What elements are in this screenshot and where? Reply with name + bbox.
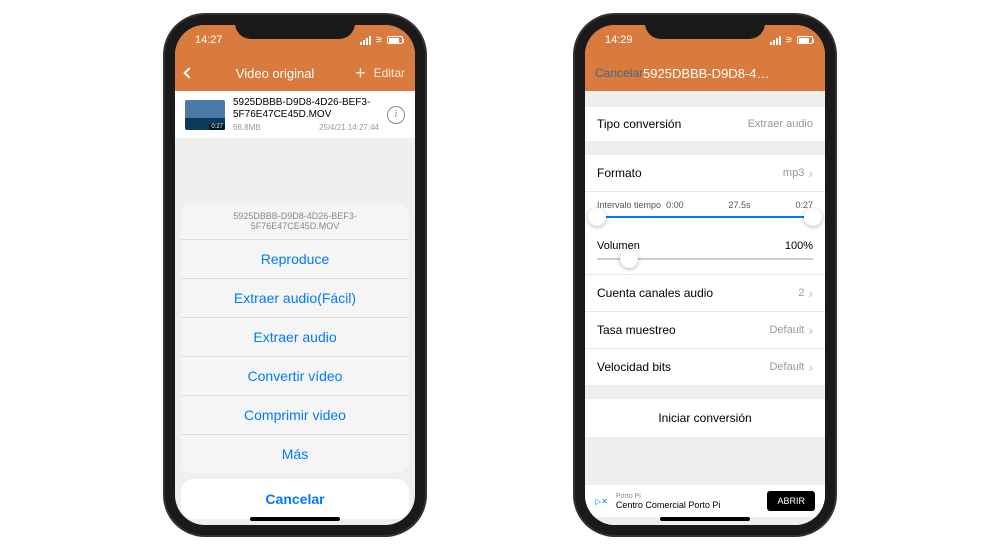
action-sheet: 5925DBBB-D9D8-4D26-BEF3-5F76E47CE45D.MOV… <box>175 197 415 525</box>
nav-title: Video original <box>195 66 355 81</box>
battery-icon <box>797 36 813 44</box>
sheet-convert[interactable]: Convertir vídeo <box>181 357 409 396</box>
row-canales[interactable]: Cuenta canales audio 2 › <box>585 275 825 312</box>
row-tasa[interactable]: Tasa muestreo Default › <box>585 312 825 349</box>
signal-icon <box>360 36 371 45</box>
chevron-icon: › <box>808 285 813 301</box>
row-volumen: Volumen 100% <box>585 232 825 275</box>
status-time: 14:27 <box>187 34 223 46</box>
home-indicator[interactable] <box>250 517 340 521</box>
screen: 14:29 ⚞ Cancelar 5925DBBB-D9D8-4D26-BEF3… <box>585 25 825 525</box>
info-icon[interactable]: i <box>387 106 405 124</box>
label-bits: Velocidad bits <box>597 360 671 374</box>
phone-2: 14:29 ⚞ Cancelar 5925DBBB-D9D8-4D26-BEF3… <box>575 15 835 535</box>
file-row[interactable]: 0:27 5925DBBB-D9D8-4D26-BEF3-5F76E47CE45… <box>175 91 415 138</box>
row-tipo: Tipo conversión Extraer audio <box>585 107 825 141</box>
sheet-more[interactable]: Más <box>181 435 409 473</box>
file-size: 68.8MB <box>233 123 261 132</box>
ad-close-icon[interactable]: ▷✕ <box>595 497 608 506</box>
notch <box>645 15 765 39</box>
row-formato[interactable]: Formato mp3 › <box>585 155 825 192</box>
label-tasa: Tasa muestreo <box>597 323 676 337</box>
home-indicator[interactable] <box>660 517 750 521</box>
chevron-icon: › <box>808 322 813 338</box>
value-formato: mp3 <box>783 167 804 179</box>
wifi-icon: ⚞ <box>375 35 383 46</box>
slider-thumb-start[interactable] <box>588 208 606 226</box>
start-conversion-button[interactable]: Iniciar conversión <box>585 399 825 437</box>
back-icon[interactable] <box>183 67 194 78</box>
file-name: 5925DBBB-D9D8-4D26-BEF3-5F76E47CE45D.MOV <box>233 97 379 121</box>
status-icons: ⚞ <box>360 35 403 46</box>
intervalo-start: 0:00 <box>666 200 684 210</box>
volume-slider[interactable] <box>597 258 813 260</box>
value-bits: Default <box>769 361 804 373</box>
file-date: 25/4/21 14:27:44 <box>319 123 379 132</box>
sheet-reproduce[interactable]: Reproduce <box>181 240 409 279</box>
wifi-icon: ⚞ <box>785 35 793 46</box>
label-tipo: Tipo conversión <box>597 117 681 131</box>
volume-thumb[interactable] <box>620 250 638 268</box>
row-intervalo: Intervalo tiempo 0:00 27.5s 0:27 <box>585 192 825 232</box>
ad-title: Centro Comercial Porto Pi <box>616 500 760 510</box>
status-icons: ⚞ <box>770 35 813 46</box>
status-time: 14:29 <box>597 34 633 46</box>
sheet-extract-easy[interactable]: Extraer audio(Fácil) <box>181 279 409 318</box>
chevron-icon: › <box>808 165 813 181</box>
ad-subtitle: Porto Pi <box>616 493 760 500</box>
intervalo-mid: 27.5s <box>729 200 751 210</box>
settings-content: Tipo conversión Extraer audio Formato mp… <box>585 91 825 525</box>
notch <box>235 15 355 39</box>
cancel-button[interactable]: Cancelar <box>595 66 643 80</box>
sheet-body: 5925DBBB-D9D8-4D26-BEF3-5F76E47CE45D.MOV… <box>181 203 409 473</box>
signal-icon <box>770 36 781 45</box>
label-formato: Formato <box>597 166 642 180</box>
phone-1: 14:27 ⚞ Video original + Editar 0:27 592… <box>165 15 425 535</box>
slider-thumb-end[interactable] <box>804 208 822 226</box>
range-slider[interactable] <box>597 216 813 218</box>
video-thumbnail: 0:27 <box>185 100 225 130</box>
value-volumen: 100% <box>785 240 813 252</box>
add-button[interactable]: + <box>355 63 366 84</box>
file-info: 5925DBBB-D9D8-4D26-BEF3-5F76E47CE45D.MOV… <box>233 97 379 132</box>
chevron-icon: › <box>808 359 813 375</box>
value-tipo: Extraer audio <box>748 118 813 130</box>
battery-icon <box>387 36 403 44</box>
ad-open-button[interactable]: ABRIR <box>767 491 815 511</box>
duration-badge: 0:27 <box>209 124 225 130</box>
nav-bar: Cancelar 5925DBBB-D9D8-4D26-BEF3-... <box>585 55 825 91</box>
value-canales: 2 <box>798 287 804 299</box>
value-tasa: Default <box>769 324 804 336</box>
label-canales: Cuenta canales audio <box>597 286 713 300</box>
sheet-extract-audio[interactable]: Extraer audio <box>181 318 409 357</box>
edit-button[interactable]: Editar <box>374 66 405 80</box>
sheet-title: 5925DBBB-D9D8-4D26-BEF3-5F76E47CE45D.MOV <box>181 203 409 240</box>
label-intervalo: Intervalo tiempo <box>597 200 661 210</box>
nav-title: 5925DBBB-D9D8-4D26-BEF3-... <box>643 66 775 81</box>
row-bits[interactable]: Velocidad bits Default › <box>585 349 825 385</box>
sheet-cancel[interactable]: Cancelar <box>181 479 409 519</box>
sheet-compress[interactable]: Comprimir video <box>181 396 409 435</box>
nav-bar: Video original + Editar <box>175 55 415 91</box>
ad-banner[interactable]: ▷✕ Porto Pi Centro Comercial Porto Pi AB… <box>585 485 825 517</box>
content: 0:27 5925DBBB-D9D8-4D26-BEF3-5F76E47CE45… <box>175 91 415 525</box>
screen: 14:27 ⚞ Video original + Editar 0:27 592… <box>175 25 415 525</box>
